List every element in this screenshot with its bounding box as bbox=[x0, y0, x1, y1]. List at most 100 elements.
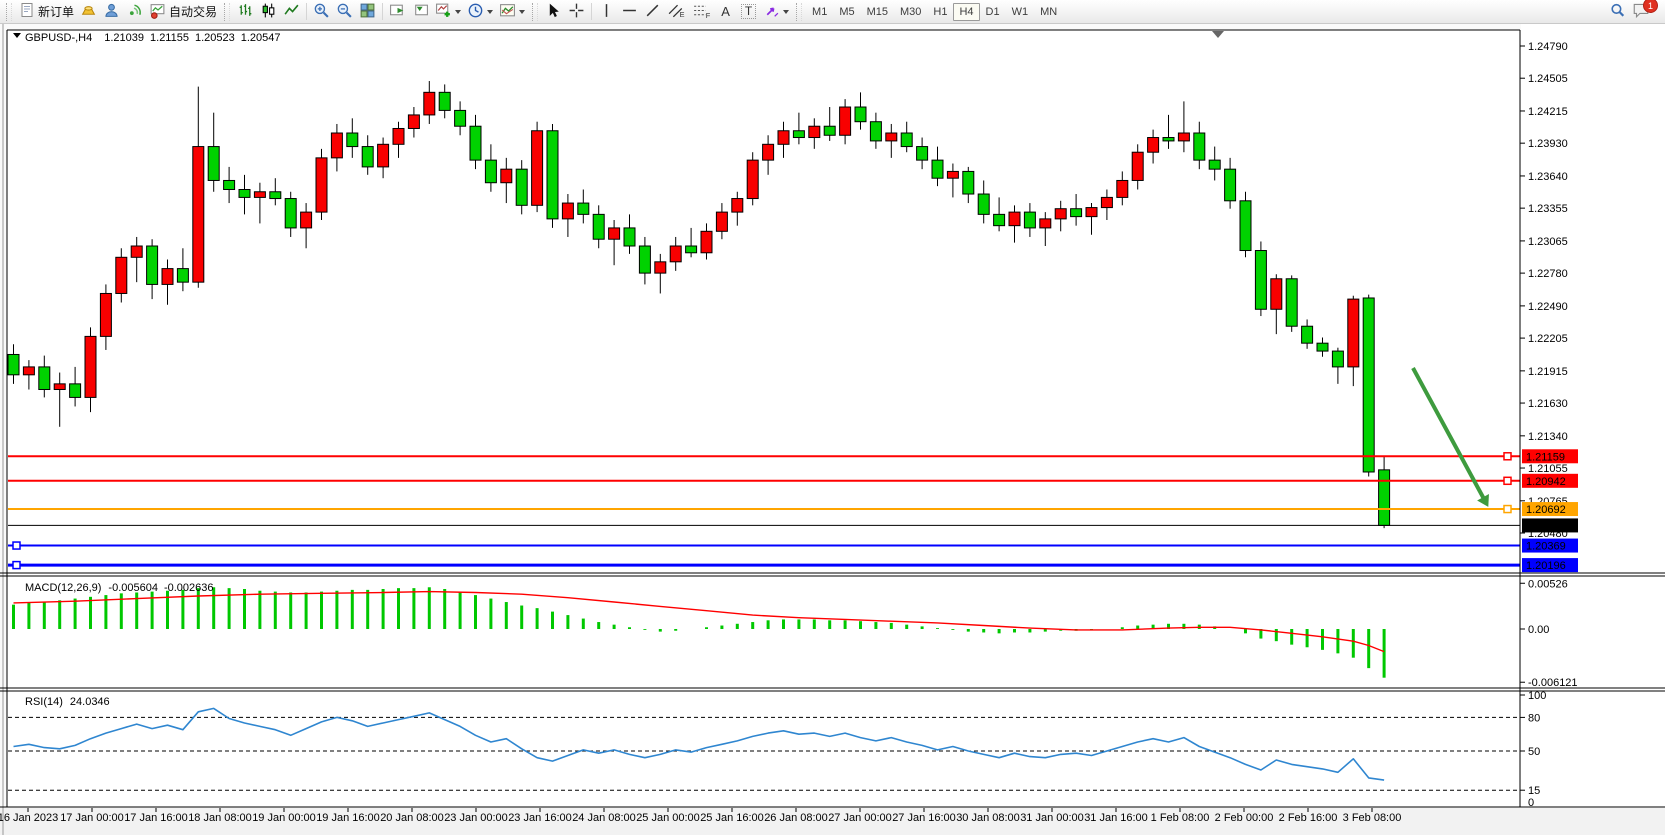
text-tool-button[interactable]: A bbox=[715, 1, 736, 22]
bull-candle bbox=[1086, 208, 1097, 217]
gold-button[interactable] bbox=[78, 1, 99, 22]
chart-shift-icon bbox=[412, 2, 429, 22]
bull-candle bbox=[732, 199, 743, 213]
vertical-line-icon bbox=[598, 2, 615, 22]
bull-candle bbox=[331, 133, 342, 158]
toolbar-separator bbox=[591, 3, 592, 20]
bear-candle bbox=[1302, 326, 1313, 343]
timeframe-m1-button[interactable]: M1 bbox=[806, 3, 833, 21]
timeframe-m15-button[interactable]: M15 bbox=[861, 3, 894, 21]
line-handle[interactable] bbox=[1504, 477, 1511, 484]
price-tick-label: 1.23640 bbox=[1528, 171, 1568, 183]
bear-candle bbox=[686, 246, 697, 253]
bear-candle bbox=[347, 133, 358, 147]
toolbar-grip[interactable] bbox=[532, 3, 538, 21]
zoom-out-button[interactable] bbox=[334, 1, 355, 22]
auto-scroll-button[interactable] bbox=[387, 1, 408, 22]
timeframe-mn-button[interactable]: MN bbox=[1034, 3, 1063, 21]
price-line-label: 1.20547 bbox=[1526, 520, 1566, 532]
crosshair-button[interactable] bbox=[566, 1, 587, 22]
date-label: 30 Jan 08:00 bbox=[956, 812, 1020, 824]
bull-candle bbox=[562, 203, 573, 219]
timeframe-w1-button[interactable]: W1 bbox=[1006, 3, 1035, 21]
chevron-down-icon bbox=[455, 10, 461, 14]
bull-candle bbox=[840, 107, 851, 135]
bar-chart-button[interactable] bbox=[235, 1, 256, 22]
date-label: 31 Jan 00:00 bbox=[1020, 812, 1084, 824]
date-label: 27 Jan 00:00 bbox=[828, 812, 892, 824]
price-tick-label: 1.21055 bbox=[1528, 463, 1568, 475]
periods-button[interactable] bbox=[465, 1, 495, 22]
bear-candle bbox=[224, 180, 235, 189]
trendline-button[interactable] bbox=[642, 1, 663, 22]
price-tick-label: 1.24215 bbox=[1528, 106, 1568, 118]
price-tick-label: 1.23355 bbox=[1528, 203, 1568, 215]
bull-candle bbox=[408, 115, 419, 129]
toolbar-separator bbox=[306, 3, 307, 20]
fibonacci-button[interactable]: F bbox=[690, 1, 713, 22]
auto-trading-label: 自动交易 bbox=[169, 3, 217, 20]
bear-candle bbox=[639, 246, 650, 273]
bear-candle bbox=[470, 126, 481, 160]
bear-candle bbox=[239, 190, 250, 198]
bear-candle bbox=[870, 122, 881, 141]
line-handle[interactable] bbox=[13, 542, 20, 549]
bear-candle bbox=[547, 131, 558, 219]
templates-button[interactable] bbox=[497, 1, 527, 22]
bear-candle bbox=[285, 199, 296, 228]
price-tick-label: 1.24505 bbox=[1528, 73, 1568, 85]
date-label: 25 Jan 00:00 bbox=[636, 812, 700, 824]
signals-button[interactable] bbox=[124, 1, 145, 22]
tile-windows-button[interactable] bbox=[357, 1, 378, 22]
search-button[interactable] bbox=[1607, 1, 1628, 22]
bear-candle bbox=[932, 160, 943, 178]
price-line-label: 1.21159 bbox=[1526, 451, 1565, 463]
timeframe-h1-button[interactable]: H1 bbox=[927, 3, 953, 21]
timeframe-h4-button[interactable]: H4 bbox=[953, 3, 979, 21]
bear-candle bbox=[39, 367, 50, 390]
timeframe-d1-button[interactable]: D1 bbox=[980, 3, 1006, 21]
equidistant-channel-button[interactable]: E bbox=[665, 1, 688, 22]
text-tool-icon: A bbox=[721, 4, 730, 19]
cursor-button[interactable] bbox=[543, 1, 564, 22]
bull-candle bbox=[1148, 138, 1159, 153]
bear-candle bbox=[1317, 343, 1328, 351]
timeframe-m30-button[interactable]: M30 bbox=[894, 3, 927, 21]
bear-candle bbox=[1255, 251, 1266, 310]
macd-label: MACD(12,26,9)-0.005604-0.002636 bbox=[25, 582, 214, 594]
line-handle[interactable] bbox=[13, 562, 20, 569]
bear-candle bbox=[624, 228, 635, 246]
indicators-button[interactable] bbox=[433, 1, 463, 22]
price-line-label: 1.20942 bbox=[1526, 476, 1566, 488]
bull-candle bbox=[162, 269, 173, 285]
label-tool-button[interactable]: T bbox=[738, 1, 759, 22]
date-label: 17 Jan 00:00 bbox=[60, 812, 124, 824]
rsi-tick-label: 15 bbox=[1528, 785, 1540, 797]
horizontal-line-button[interactable] bbox=[619, 1, 640, 22]
auto-scroll-icon bbox=[389, 2, 406, 22]
candlestick-button[interactable] bbox=[258, 1, 279, 22]
line-chart-button[interactable] bbox=[281, 1, 302, 22]
toolbar-grip[interactable] bbox=[6, 3, 12, 21]
notification-badge[interactable]: 1 bbox=[1643, 0, 1658, 13]
account-button[interactable] bbox=[101, 1, 122, 22]
arrows-button[interactable] bbox=[761, 1, 791, 22]
chart-shift-button[interactable] bbox=[410, 1, 431, 22]
trendline-icon bbox=[644, 2, 661, 22]
new-order-button[interactable]: 新订单 bbox=[17, 1, 76, 22]
line-handle[interactable] bbox=[1504, 453, 1511, 460]
auto-trading-button[interactable]: 自动交易 bbox=[147, 1, 219, 22]
timeframe-m5-button[interactable]: M5 bbox=[833, 3, 860, 21]
bear-candle bbox=[824, 126, 835, 135]
bull-candle bbox=[424, 92, 435, 115]
signal-icon bbox=[126, 2, 143, 22]
zoom-in-button[interactable] bbox=[311, 1, 332, 22]
toolbar-grip[interactable] bbox=[796, 3, 802, 21]
line-handle[interactable] bbox=[1504, 506, 1511, 513]
toolbar-separator bbox=[382, 3, 383, 20]
toolbar-grip[interactable] bbox=[224, 3, 230, 21]
bull-candle bbox=[670, 246, 681, 262]
tile-windows-icon bbox=[359, 2, 376, 22]
vertical-line-button[interactable] bbox=[596, 1, 617, 22]
date-label: 23 Jan 00:00 bbox=[444, 812, 508, 824]
